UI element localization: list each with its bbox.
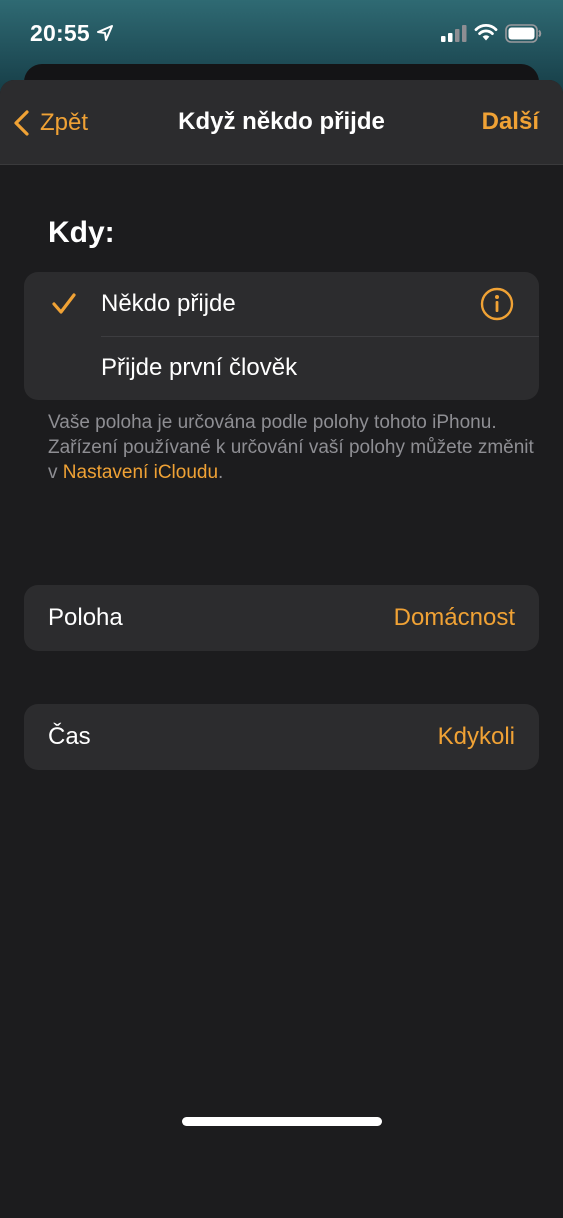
option-someone-arrives[interactable]: Někdo přijde [24, 272, 539, 336]
location-arrow-icon [97, 25, 113, 41]
cellular-signal-icon [441, 25, 467, 42]
status-time: 20:55 [30, 20, 90, 46]
time-label: Čas [48, 723, 91, 750]
location-group: Poloha Domácnost [24, 585, 539, 651]
option-first-person-arrives[interactable]: Přijde první člověk [24, 336, 539, 400]
wifi-icon [474, 24, 498, 41]
status-bar: 20:55 [0, 0, 563, 70]
page-title: Když někdo přijde [178, 108, 385, 135]
time-group: Čas Kdykoli [24, 704, 539, 770]
footnote-end: . [218, 462, 224, 483]
battery-icon [505, 24, 542, 43]
checkmark-icon [52, 293, 76, 314]
navigation-bar: Zpět Když někdo přijde Další [0, 80, 563, 165]
option-label: Přijde první člověk [101, 354, 298, 381]
icloud-settings-link[interactable]: Nastavení iCloudu [63, 462, 218, 483]
info-icon[interactable] [480, 287, 514, 321]
location-row[interactable]: Poloha Domácnost [24, 585, 539, 651]
modal-sheet: Zpět Když někdo přijde Další Kdy: Někdo … [0, 80, 563, 1218]
location-value: Domácnost [393, 604, 515, 631]
when-options-group: Někdo přijde Přijde první člověk [24, 272, 539, 400]
time-row[interactable]: Čas Kdykoli [24, 704, 539, 770]
when-section-title: Kdy: [48, 216, 115, 249]
home-indicator[interactable] [182, 1117, 382, 1126]
location-footnote: Vaše poloha je určována podle polohy toh… [48, 410, 538, 485]
time-value: Kdykoli [437, 723, 515, 750]
screen: 20:55 Zpět Když někdo přijde Další Kdy: … [0, 0, 563, 1218]
option-label: Někdo přijde [101, 290, 236, 317]
next-button[interactable]: Další [482, 108, 539, 136]
location-label: Poloha [48, 604, 123, 631]
